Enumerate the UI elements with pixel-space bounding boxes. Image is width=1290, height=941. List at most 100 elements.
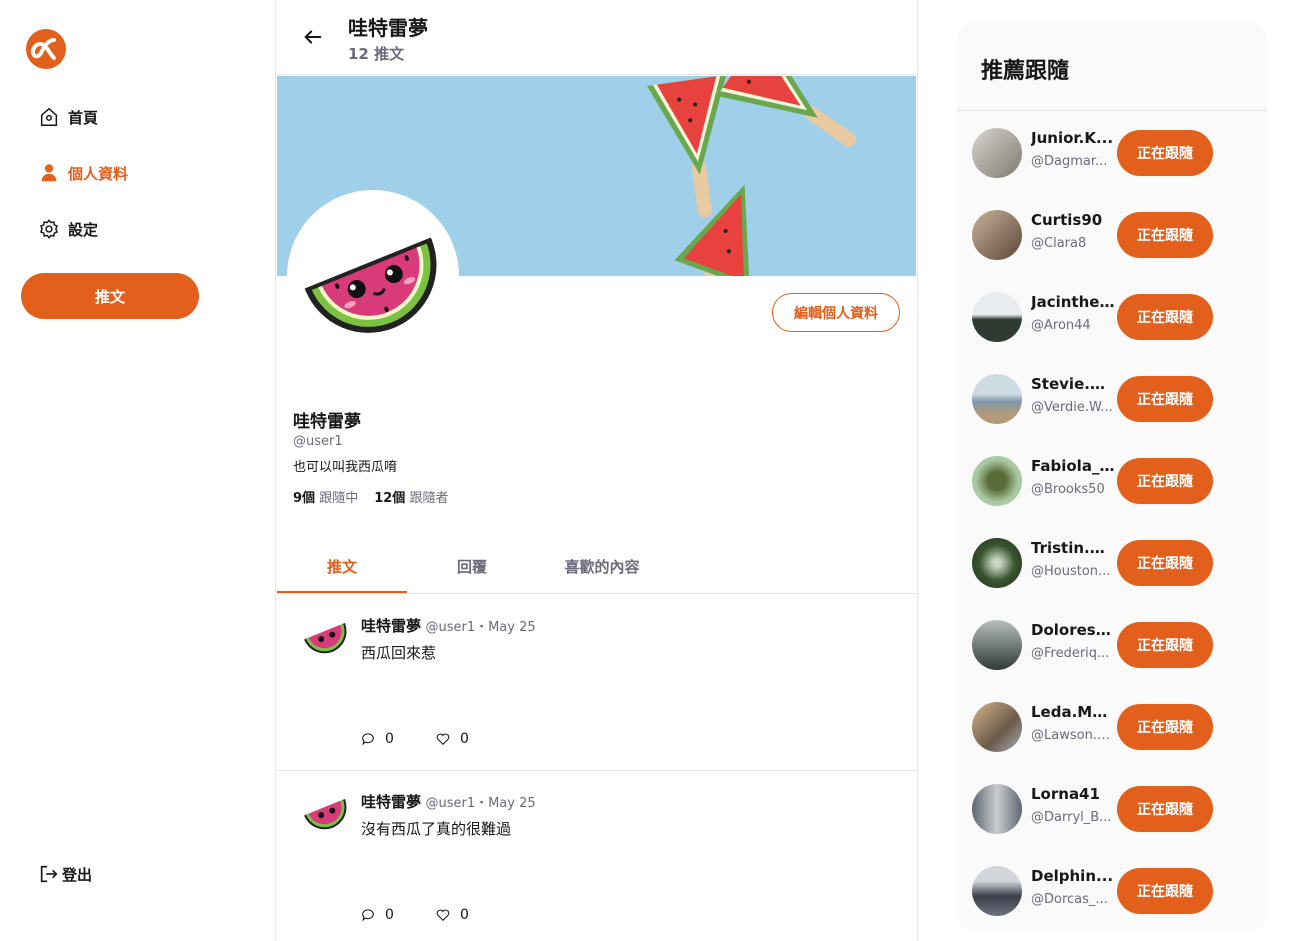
following-button[interactable]: 正在跟隨 [1117,704,1213,750]
user-icon [41,164,57,182]
recommend-title: 推薦跟隨 [981,59,1070,84]
logout-label: 登出 [62,865,93,884]
nav-settings-label: 設定 [68,220,99,239]
tweet-item[interactable]: 哇特雷夢 @user1・May 25 西瓜回來惹 0 0 [276,595,917,771]
user-name[interactable]: Dolores.... [1031,621,1115,639]
tweet-avatar[interactable] [300,785,352,837]
tweet-text: 西瓜回來惹 [361,644,437,662]
logo-icon[interactable] [24,27,68,71]
user-name[interactable]: Curtis90 [1031,211,1115,229]
nav-profile[interactable]: 個人資料 [38,162,128,184]
recommend-user[interactable]: Junior.K... @Dagmar... 正在跟隨 [972,123,1262,183]
recommend-user[interactable]: Leda.Mo... @Lawson.L... 正在跟隨 [972,697,1262,757]
recommend-user[interactable]: Stevie.M... @Verdie.W... 正在跟隨 [972,369,1262,429]
tweet-header: 哇特雷夢 @user1・May 25 [361,615,536,636]
tweet-text: 沒有西瓜了真的很難過 [361,820,512,838]
back-arrow-icon[interactable] [302,26,324,48]
followers-stat[interactable]: 12個 跟隨者 [374,487,448,506]
user-avatar[interactable] [972,702,1022,752]
user-name[interactable]: Jacinthe... [1031,293,1115,311]
user-avatar[interactable] [972,374,1022,424]
user-handle: @Houston... [1031,564,1111,579]
following-button[interactable]: 正在跟隨 [1117,294,1213,340]
user-handle: @Verdie.W... [1031,400,1113,415]
tweet-author-name[interactable]: 哇特雷夢 [361,793,421,811]
user-avatar[interactable] [972,538,1022,588]
user-avatar[interactable] [972,620,1022,670]
profile-avatar[interactable] [287,190,459,362]
profile-handle: @user1 [293,434,343,449]
recommend-user[interactable]: Delphin... @Dorcas_... 正在跟隨 [972,861,1262,921]
tweet-item[interactable]: 哇特雷夢 @user1・May 25 沒有西瓜了真的很難過 0 0 [276,771,917,941]
recommend-user[interactable]: Curtis90 @Clara8 正在跟隨 [972,205,1262,265]
following-button[interactable]: 正在跟隨 [1117,786,1213,832]
left-nav: 首頁 個人資料 設定 推文 登出 [0,0,276,941]
recommend-user[interactable]: Jacinthe... @Aron44 正在跟隨 [972,287,1262,347]
user-name[interactable]: Fabiola_... [1031,457,1115,475]
user-handle: @Darryl_B... [1031,810,1112,825]
profile-stats: 9個 跟隨中 12個 跟隨者 [293,487,448,506]
profile-bio: 也可以叫我西瓜唷 [293,460,398,475]
tweet-avatar[interactable] [300,609,352,661]
recommend-user[interactable]: Fabiola_... @Brooks50 正在跟隨 [972,451,1262,511]
logout-icon [40,865,58,883]
user-handle: @Lawson.L... [1031,728,1115,743]
user-avatar[interactable] [972,128,1022,178]
user-avatar[interactable] [972,784,1022,834]
logout-button[interactable]: 登出 [38,863,92,885]
header-title: 哇特雷夢 [348,16,428,40]
profile-header: 哇特雷夢 12 推文 [276,0,917,75]
recommend-user[interactable]: Tristin.B... @Houston... 正在跟隨 [972,533,1262,593]
user-avatar[interactable] [972,292,1022,342]
user-name[interactable]: Stevie.M... [1031,375,1115,393]
reply-button[interactable]: 0 [361,907,394,923]
user-handle: @Dorcas_... [1031,892,1108,907]
nav-settings[interactable]: 設定 [38,218,98,240]
user-avatar[interactable] [972,866,1022,916]
following-button[interactable]: 正在跟隨 [1117,458,1213,504]
recommend-user[interactable]: Dolores.... @Frederiq... 正在跟隨 [972,615,1262,675]
tab-likes[interactable]: 喜歡的內容 [537,545,667,593]
nav-profile-label: 個人資料 [68,164,129,183]
following-button[interactable]: 正在跟隨 [1117,868,1213,914]
tab-tweets[interactable]: 推文 [277,545,407,593]
user-handle: @Aron44 [1031,318,1091,333]
user-name[interactable]: Delphin... [1031,867,1115,885]
reply-count: 0 [385,907,394,923]
profile-tabs: 推文 回覆 喜歡的內容 [276,545,917,594]
reply-button[interactable]: 0 [361,731,394,747]
following-button[interactable]: 正在跟隨 [1117,130,1213,176]
user-avatar[interactable] [972,456,1022,506]
app: 首頁 個人資料 設定 推文 登出 哇特雷夢 12 推文 編輯個人資料 哇特雷夢 … [0,0,1290,941]
following-stat[interactable]: 9個 跟隨中 [293,487,358,506]
tab-replies[interactable]: 回覆 [407,545,537,593]
tweet-meta: @user1・May 25 [425,620,536,635]
following-label: 跟隨中 [319,491,359,506]
user-handle: @Clara8 [1031,236,1087,251]
user-name[interactable]: Junior.K... [1031,129,1115,147]
home-icon [40,107,58,126]
like-count: 0 [460,907,469,923]
divider [957,110,1267,111]
following-button[interactable]: 正在跟隨 [1117,622,1213,668]
tweet-meta: @user1・May 25 [425,796,536,811]
user-avatar[interactable] [972,210,1022,260]
edit-profile-button[interactable]: 編輯個人資料 [772,293,900,332]
user-handle: @Dagmar... [1031,154,1108,169]
user-name[interactable]: Lorna41 [1031,785,1115,803]
heart-icon [436,733,450,745]
recommend-user[interactable]: Lorna41 @Darryl_B... 正在跟隨 [972,779,1262,839]
following-button[interactable]: 正在跟隨 [1117,212,1213,258]
like-button[interactable]: 0 [436,731,469,747]
tweet-header: 哇特雷夢 @user1・May 25 [361,791,536,812]
tweet-author-name[interactable]: 哇特雷夢 [361,617,421,635]
user-name[interactable]: Leda.Mo... [1031,703,1115,721]
like-button[interactable]: 0 [436,907,469,923]
user-name[interactable]: Tristin.B... [1031,539,1115,557]
nav-home-label: 首頁 [68,108,99,127]
nav-home[interactable]: 首頁 [38,106,98,128]
followers-count: 12個 [374,491,406,506]
following-button[interactable]: 正在跟隨 [1117,376,1213,422]
following-button[interactable]: 正在跟隨 [1117,540,1213,586]
tweet-button[interactable]: 推文 [21,273,199,319]
